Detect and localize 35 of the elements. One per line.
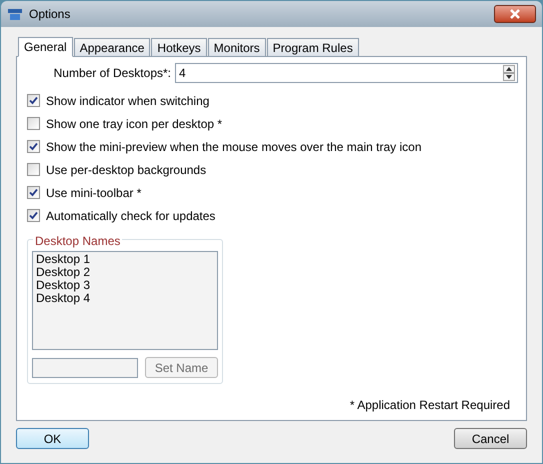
list-item[interactable]: Desktop 4 — [36, 292, 214, 305]
checkbox-label: Automatically check for updates — [46, 208, 216, 224]
checkbox-label: Show indicator when switching — [46, 92, 210, 110]
spinner-value: 4 — [178, 65, 187, 82]
list-item[interactable]: Desktop 3 — [36, 279, 214, 292]
close-button[interactable] — [494, 5, 536, 23]
list-item[interactable]: Desktop 2 — [36, 266, 214, 279]
tab[interactable]: Hotkeys — [151, 38, 207, 56]
up-arrow-icon[interactable] — [503, 65, 515, 73]
app-icon — [7, 7, 23, 21]
checkbox[interactable] — [27, 140, 40, 153]
checkbox-label: Show the mini-preview when the mouse moves over the main tray icon — [46, 138, 422, 156]
checkbox-label: Show one tray icon per desktop * — [46, 116, 222, 132]
checkbox-label: Use mini-toolbar * — [46, 184, 142, 202]
checkbox[interactable] — [27, 186, 40, 199]
ok-button[interactable]: OK — [16, 428, 89, 449]
checkbox[interactable] — [27, 209, 40, 222]
tab[interactable]: Appearance — [74, 38, 150, 56]
name-input-field[interactable] — [32, 358, 138, 378]
list-item[interactable]: Desktop 1 — [36, 253, 214, 266]
tab[interactable]: Program Rules — [266, 38, 359, 56]
tab[interactable]: Monitors — [208, 38, 266, 56]
field-label: Number of Desktops*: — [52, 65, 172, 82]
down-arrow-icon[interactable] — [503, 73, 515, 81]
checkbox[interactable] — [27, 117, 40, 130]
tab[interactable]: General — [18, 37, 73, 57]
restart-note: * Application Restart Required — [350, 397, 510, 414]
checkbox[interactable] — [27, 163, 40, 176]
desktop-list[interactable]: Desktop 1 Desktop 2 Desktop 3 Desktop 4 — [32, 251, 218, 350]
window-title: Options — [29, 6, 70, 23]
number-spinner[interactable]: 4 — [175, 63, 518, 83]
cancel-button[interactable]: Cancel — [454, 428, 527, 449]
checkbox[interactable] — [27, 94, 40, 107]
checkbox-label: Use per-desktop backgrounds — [46, 162, 206, 178]
close-icon — [510, 9, 520, 19]
